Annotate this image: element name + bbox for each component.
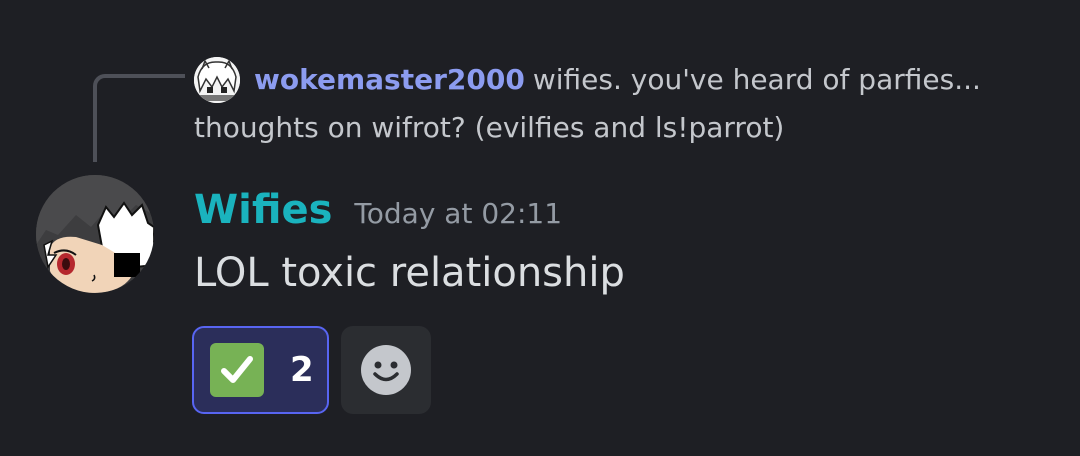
smiley-icon <box>361 345 411 395</box>
timestamp[interactable]: Today at 02:11 <box>354 197 562 230</box>
author-name[interactable]: Wifies <box>194 187 332 233</box>
anime-character-icon <box>36 175 154 293</box>
reply-connector <box>93 74 185 162</box>
reaction-check[interactable]: 2 <box>192 326 329 414</box>
message-header: Wifies Today at 02:11 <box>194 184 562 236</box>
reaction-count: 2 <box>290 350 314 390</box>
add-reaction-button[interactable] <box>341 326 431 414</box>
reactions-bar: 2 <box>192 326 431 414</box>
reply-author[interactable]: wokemaster2000 <box>254 63 525 96</box>
reply-text-continued: thoughts on wifrot? (evilfies and ls!par… <box>194 111 785 144</box>
reply-text: wifies. you've heard of parfies... <box>532 63 981 96</box>
reply-avatar[interactable] <box>194 57 240 103</box>
anime-character-icon <box>194 57 240 103</box>
message-content: LOL toxic relationship <box>194 250 625 296</box>
reply-preview[interactable]: wokemaster2000 wifies. you've heard of pa… <box>254 60 981 100</box>
author-avatar[interactable] <box>36 175 154 293</box>
check-mark-icon <box>210 343 264 397</box>
chat-message: wokemaster2000 wifies. you've heard of pa… <box>0 0 1080 456</box>
